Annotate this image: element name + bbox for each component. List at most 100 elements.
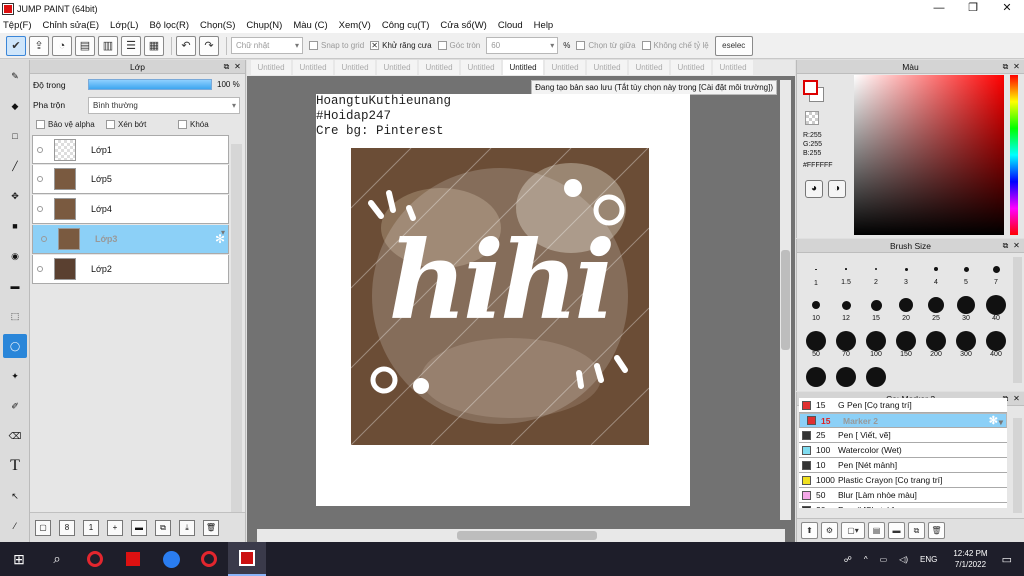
transparent-swatch[interactable]	[805, 111, 819, 125]
brush-scrollbar[interactable]	[1013, 257, 1022, 383]
canvas-paper[interactable]: HoangtuKuthieunang #Hoidap247 Cre bg: Pi…	[316, 94, 690, 506]
text-tool-icon[interactable]: T	[3, 454, 27, 478]
visibility-icon[interactable]	[37, 266, 43, 272]
list-icon[interactable]: ☰	[121, 35, 141, 56]
document-tab[interactable]: Untitled	[629, 60, 669, 75]
hue-slider[interactable]	[1010, 75, 1018, 235]
magic-wand-tool-icon[interactable]: ✦	[3, 364, 27, 388]
new-1bit-layer-icon[interactable]: 1	[83, 519, 99, 536]
pen-scrollbar[interactable]	[1013, 418, 1022, 513]
menu-tools[interactable]: Công cụ(T)	[382, 20, 430, 31]
lasso-tool-icon[interactable]: ◯	[3, 334, 27, 358]
layer-row[interactable]: Lớp4	[32, 195, 229, 224]
scroll-thumb[interactable]	[781, 250, 790, 350]
pen-item[interactable]: 10 Pen [Nét mảnh]	[799, 458, 1007, 473]
move-tool-icon[interactable]: ✥	[3, 184, 27, 208]
clock[interactable]: 12:42 PM 7/1/2022	[953, 548, 987, 570]
brush-size-option[interactable]: 200	[921, 331, 951, 358]
zalo-icon[interactable]	[152, 542, 190, 576]
new-layer-icon[interactable]: ▢	[35, 519, 51, 536]
layer-row[interactable]: Lớp5	[32, 165, 229, 194]
menu-view[interactable]: Xem(V)	[339, 20, 371, 31]
comment-icon[interactable]: ◔	[52, 35, 72, 56]
brush-size-option[interactable]: 30	[951, 295, 981, 322]
document-icon[interactable]: ▥	[98, 35, 118, 56]
pen-add-icon[interactable]: ⬆	[801, 522, 818, 539]
layer-row[interactable]: Lớp2	[32, 255, 229, 284]
document-tab[interactable]: Untitled	[713, 60, 753, 75]
brush-size-option[interactable]: 12	[831, 295, 861, 322]
export-icon[interactable]: ⇪	[29, 35, 49, 56]
undock-icon[interactable]: ⧉	[222, 62, 231, 71]
people-icon[interactable]: ☍	[844, 555, 852, 564]
menu-cloud[interactable]: Cloud	[498, 20, 523, 31]
pen-item-selected[interactable]: 15 Marker 2 ✻	[799, 413, 1007, 428]
brush-size-option[interactable]: 10	[801, 295, 831, 322]
pen-settings-icon[interactable]: ⚙	[821, 522, 838, 539]
menu-window[interactable]: Cửa sổ(W)	[440, 20, 486, 31]
menu-edit[interactable]: Chỉnh sửa(E)	[43, 20, 100, 31]
message-icon[interactable]: ▤	[75, 35, 95, 56]
visibility-icon[interactable]	[41, 236, 47, 242]
visibility-icon[interactable]	[37, 146, 43, 153]
horizontal-scrollbar[interactable]	[257, 529, 785, 542]
pen-delete-icon[interactable]: 🗑	[928, 522, 945, 539]
eraser-tool-icon[interactable]: ◆	[3, 94, 27, 118]
gear-icon[interactable]: ✻	[989, 414, 998, 427]
chevron-up-icon[interactable]: ^	[864, 555, 868, 564]
document-tab[interactable]: Untitled	[419, 60, 459, 75]
document-tab[interactable]: Untitled	[587, 60, 627, 75]
visibility-icon[interactable]	[37, 176, 43, 182]
brush-size-option[interactable]: 150	[891, 331, 921, 358]
cloud-sync-icon[interactable]: ✔	[6, 35, 26, 56]
layer-scrollbar[interactable]	[231, 144, 242, 514]
duplicate-layer-icon[interactable]: ⧉	[155, 519, 171, 536]
fill-rect-tool-icon[interactable]: ■	[3, 214, 27, 238]
vertical-scrollbar[interactable]	[780, 80, 791, 520]
layer-row[interactable]: Lớp1	[32, 135, 229, 164]
document-tab[interactable]: Untitled	[293, 60, 333, 75]
menu-help[interactable]: Help	[534, 20, 554, 31]
eyedropper-tool-icon[interactable]: ⁄	[3, 514, 27, 538]
undock-icon[interactable]: ⧉	[1001, 241, 1010, 250]
pen-item[interactable]: 50 Blur [Làm nhòe màu]	[799, 488, 1007, 503]
new-8bit-layer-icon[interactable]: 8	[59, 519, 75, 536]
foreground-color-swatch[interactable]	[803, 80, 818, 95]
clip-toggle[interactable]: Xén bớt	[106, 120, 146, 129]
brush-size-option[interactable]	[801, 367, 831, 387]
search-icon[interactable]: ⌕	[38, 542, 76, 576]
folder-icon[interactable]: ▬	[131, 519, 147, 536]
delete-layer-icon[interactable]: 🗑	[203, 519, 219, 536]
pen-item[interactable]: 1000 Plastic Crayon [Cọ trang trí]	[799, 473, 1007, 488]
pen-item[interactable]: 20Pencil [Sketch]	[799, 503, 1007, 508]
document-tab[interactable]: Untitled	[335, 60, 375, 75]
pen-duplicate-icon[interactable]: ⧉	[908, 522, 925, 539]
protect-alpha-toggle[interactable]: Bảo vệ alpha	[36, 120, 95, 129]
menu-file[interactable]: Tệp(F)	[3, 20, 32, 31]
gear-icon[interactable]: ✻	[215, 232, 225, 246]
pen-item[interactable]: 25 Pen [ Viết, vẽ]	[799, 428, 1007, 443]
antialias-toggle[interactable]: ✕ Khử răng cưa	[370, 41, 432, 50]
menu-color[interactable]: Màu (C)	[293, 20, 327, 31]
minimize-button[interactable]: —	[922, 0, 956, 17]
add-layer-menu-icon[interactable]: +	[107, 519, 123, 536]
layer-row-selected[interactable]: Lớp3 ✻	[32, 225, 229, 254]
bucket-tool-icon[interactable]: ◉	[3, 244, 27, 268]
menu-layer[interactable]: Lớp(L)	[110, 20, 138, 31]
from-center-toggle[interactable]: Chọn từ giữa	[576, 41, 636, 50]
brush-size-option[interactable]: 15	[861, 295, 891, 322]
shape-select[interactable]: Chữ nhật	[231, 37, 303, 54]
brush-size-option[interactable]: 300	[951, 331, 981, 358]
document-tab[interactable]: Untitled	[545, 60, 585, 75]
line-tool-icon[interactable]: ╱	[3, 154, 27, 178]
snap-grid-toggle[interactable]: Snap to grid	[309, 41, 364, 50]
opacity-slider[interactable]	[88, 79, 212, 90]
palette-edit-icon[interactable]: ◑	[828, 180, 846, 198]
brush-size-option[interactable]: 7	[981, 259, 1011, 286]
lock-toggle[interactable]: Khóa	[178, 120, 209, 129]
language-indicator[interactable]: ENG	[920, 555, 937, 564]
select-eraser-tool-icon[interactable]: ⌫	[3, 424, 27, 448]
merge-layer-icon[interactable]: ⤓	[179, 519, 195, 536]
menu-filter[interactable]: Bộ lọc(R)	[149, 20, 189, 31]
brush-size-option[interactable]: 5	[951, 259, 981, 286]
